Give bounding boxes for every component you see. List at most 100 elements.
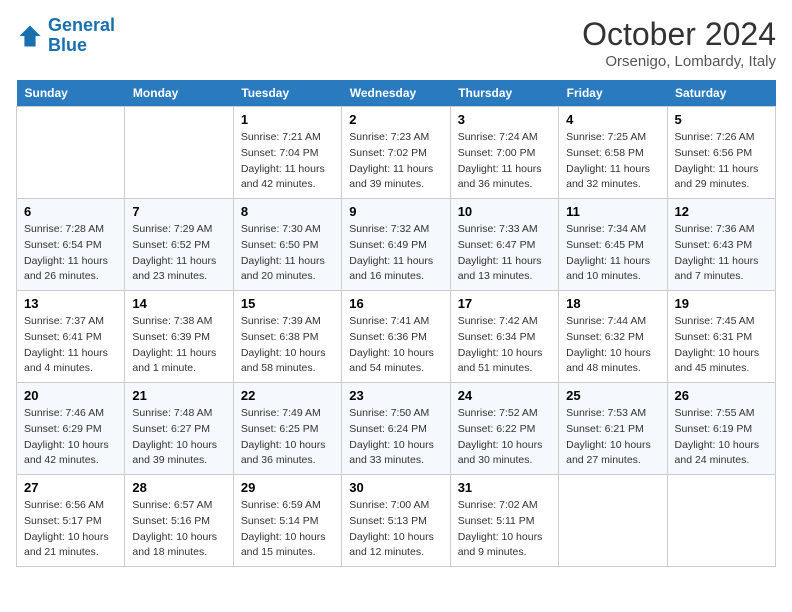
calendar-cell: 21 Sunrise: 7:48 AMSunset: 6:27 PMDayligh… [125, 383, 233, 475]
calendar-cell: 15 Sunrise: 7:39 AMSunset: 6:38 PMDayligh… [233, 291, 341, 383]
day-info: Sunrise: 7:41 AMSunset: 6:36 PMDaylight:… [349, 314, 442, 377]
day-info: Sunrise: 7:25 AMSunset: 6:58 PMDaylight:… [566, 130, 659, 193]
day-number: 6 [24, 204, 117, 219]
calendar-week-row: 27Sunrise: 6:56 AMSunset: 5:17 PMDayligh… [17, 475, 776, 567]
calendar-cell: 4 Sunrise: 7:25 AMSunset: 6:58 PMDaylight… [559, 107, 667, 199]
calendar-cell [667, 475, 775, 567]
logo: General Blue [16, 16, 115, 56]
calendar-week-row: 6 Sunrise: 7:28 AMSunset: 6:54 PMDaylight… [17, 199, 776, 291]
calendar-cell [125, 107, 233, 199]
day-number: 3 [458, 112, 551, 127]
day-info: Sunrise: 7:29 AMSunset: 6:52 PMDaylight:… [132, 222, 225, 285]
weekday-header-monday: Monday [125, 80, 233, 107]
day-info: Sunrise: 7:02 AMSunset: 5:11 PMDaylight:… [458, 498, 551, 561]
day-number: 4 [566, 112, 659, 127]
day-number: 2 [349, 112, 442, 127]
calendar-cell: 30Sunrise: 7:00 AMSunset: 5:13 PMDayligh… [342, 475, 450, 567]
day-number: 14 [132, 296, 225, 311]
day-info: Sunrise: 6:59 AMSunset: 5:14 PMDaylight:… [241, 498, 334, 561]
calendar-cell: 29Sunrise: 6:59 AMSunset: 5:14 PMDayligh… [233, 475, 341, 567]
page-header: General Blue October 2024 Orsenigo, Lomb… [16, 16, 776, 70]
weekday-header-friday: Friday [559, 80, 667, 107]
logo-icon [16, 22, 44, 50]
calendar-week-row: 20 Sunrise: 7:46 AMSunset: 6:29 PMDayligh… [17, 383, 776, 475]
day-number: 27 [24, 480, 117, 495]
day-info: Sunrise: 7:42 AMSunset: 6:34 PMDaylight:… [458, 314, 551, 377]
calendar-week-row: 1Sunrise: 7:21 AMSunset: 7:04 PMDaylight… [17, 107, 776, 199]
calendar-cell [17, 107, 125, 199]
day-number: 15 [241, 296, 334, 311]
calendar-cell: 23 Sunrise: 7:50 AMSunset: 6:24 PMDayligh… [342, 383, 450, 475]
day-number: 25 [566, 388, 659, 403]
calendar-cell: 31 Sunrise: 7:02 AMSunset: 5:11 PMDayligh… [450, 475, 558, 567]
calendar-cell: 24 Sunrise: 7:52 AMSunset: 6:22 PMDayligh… [450, 383, 558, 475]
calendar-cell: 6 Sunrise: 7:28 AMSunset: 6:54 PMDaylight… [17, 199, 125, 291]
weekday-header-saturday: Saturday [667, 80, 775, 107]
calendar-table: SundayMondayTuesdayWednesdayThursdayFrid… [16, 80, 776, 567]
day-info: Sunrise: 7:46 AMSunset: 6:29 PMDaylight:… [24, 406, 117, 469]
calendar-cell: 11 Sunrise: 7:34 AMSunset: 6:45 PMDayligh… [559, 199, 667, 291]
calendar-cell: 17 Sunrise: 7:42 AMSunset: 6:34 PMDayligh… [450, 291, 558, 383]
day-info: Sunrise: 7:49 AMSunset: 6:25 PMDaylight:… [241, 406, 334, 469]
day-number: 31 [458, 480, 551, 495]
day-info: Sunrise: 7:38 AMSunset: 6:39 PMDaylight:… [132, 314, 225, 377]
day-number: 22 [241, 388, 334, 403]
day-info: Sunrise: 7:52 AMSunset: 6:22 PMDaylight:… [458, 406, 551, 469]
day-info: Sunrise: 7:34 AMSunset: 6:45 PMDaylight:… [566, 222, 659, 285]
weekday-header-tuesday: Tuesday [233, 80, 341, 107]
day-info: Sunrise: 6:57 AMSunset: 5:16 PMDaylight:… [132, 498, 225, 561]
calendar-cell: 20 Sunrise: 7:46 AMSunset: 6:29 PMDayligh… [17, 383, 125, 475]
calendar-cell: 10Sunrise: 7:33 AMSunset: 6:47 PMDayligh… [450, 199, 558, 291]
calendar-cell: 26 Sunrise: 7:55 AMSunset: 6:19 PMDayligh… [667, 383, 775, 475]
day-info: Sunrise: 7:45 AMSunset: 6:31 PMDaylight:… [675, 314, 768, 377]
title-block: October 2024 Orsenigo, Lombardy, Italy [582, 16, 776, 70]
calendar-cell: 16 Sunrise: 7:41 AMSunset: 6:36 PMDayligh… [342, 291, 450, 383]
month-title: October 2024 [582, 16, 776, 53]
day-number: 7 [132, 204, 225, 219]
calendar-cell: 1Sunrise: 7:21 AMSunset: 7:04 PMDaylight… [233, 107, 341, 199]
day-info: Sunrise: 7:32 AMSunset: 6:49 PMDaylight:… [349, 222, 442, 285]
day-info: Sunrise: 7:00 AMSunset: 5:13 PMDaylight:… [349, 498, 442, 561]
day-info: Sunrise: 7:36 AMSunset: 6:43 PMDaylight:… [675, 222, 768, 285]
day-number: 11 [566, 204, 659, 219]
day-number: 17 [458, 296, 551, 311]
calendar-cell: 2 Sunrise: 7:23 AMSunset: 7:02 PMDaylight… [342, 107, 450, 199]
calendar-cell: 9Sunrise: 7:32 AMSunset: 6:49 PMDaylight… [342, 199, 450, 291]
day-info: Sunrise: 7:39 AMSunset: 6:38 PMDaylight:… [241, 314, 334, 377]
weekday-header-thursday: Thursday [450, 80, 558, 107]
day-info: Sunrise: 7:48 AMSunset: 6:27 PMDaylight:… [132, 406, 225, 469]
calendar-cell [559, 475, 667, 567]
day-info: Sunrise: 7:37 AMSunset: 6:41 PMDaylight:… [24, 314, 117, 377]
calendar-cell: 12Sunrise: 7:36 AMSunset: 6:43 PMDayligh… [667, 199, 775, 291]
weekday-header-row: SundayMondayTuesdayWednesdayThursdayFrid… [17, 80, 776, 107]
day-number: 16 [349, 296, 442, 311]
day-number: 8 [241, 204, 334, 219]
calendar-cell: 25Sunrise: 7:53 AMSunset: 6:21 PMDayligh… [559, 383, 667, 475]
day-number: 28 [132, 480, 225, 495]
logo-line2: Blue [48, 35, 87, 55]
calendar-week-row: 13Sunrise: 7:37 AMSunset: 6:41 PMDayligh… [17, 291, 776, 383]
day-info: Sunrise: 7:55 AMSunset: 6:19 PMDaylight:… [675, 406, 768, 469]
day-info: Sunrise: 7:24 AMSunset: 7:00 PMDaylight:… [458, 130, 551, 193]
day-number: 5 [675, 112, 768, 127]
calendar-cell: 13Sunrise: 7:37 AMSunset: 6:41 PMDayligh… [17, 291, 125, 383]
calendar-cell: 19Sunrise: 7:45 AMSunset: 6:31 PMDayligh… [667, 291, 775, 383]
day-info: Sunrise: 7:28 AMSunset: 6:54 PMDaylight:… [24, 222, 117, 285]
day-number: 26 [675, 388, 768, 403]
calendar-cell: 8 Sunrise: 7:30 AMSunset: 6:50 PMDaylight… [233, 199, 341, 291]
logo-line1: General [48, 15, 115, 35]
day-info: Sunrise: 7:50 AMSunset: 6:24 PMDaylight:… [349, 406, 442, 469]
calendar-cell: 7 Sunrise: 7:29 AMSunset: 6:52 PMDaylight… [125, 199, 233, 291]
day-number: 20 [24, 388, 117, 403]
calendar-cell: 14 Sunrise: 7:38 AMSunset: 6:39 PMDayligh… [125, 291, 233, 383]
calendar-cell: 22 Sunrise: 7:49 AMSunset: 6:25 PMDayligh… [233, 383, 341, 475]
day-number: 23 [349, 388, 442, 403]
day-info: Sunrise: 7:23 AMSunset: 7:02 PMDaylight:… [349, 130, 442, 193]
day-number: 24 [458, 388, 551, 403]
day-number: 21 [132, 388, 225, 403]
day-number: 18 [566, 296, 659, 311]
day-info: Sunrise: 7:21 AMSunset: 7:04 PMDaylight:… [241, 130, 334, 193]
day-info: Sunrise: 7:30 AMSunset: 6:50 PMDaylight:… [241, 222, 334, 285]
day-info: Sunrise: 7:44 AMSunset: 6:32 PMDaylight:… [566, 314, 659, 377]
calendar-cell: 18 Sunrise: 7:44 AMSunset: 6:32 PMDayligh… [559, 291, 667, 383]
